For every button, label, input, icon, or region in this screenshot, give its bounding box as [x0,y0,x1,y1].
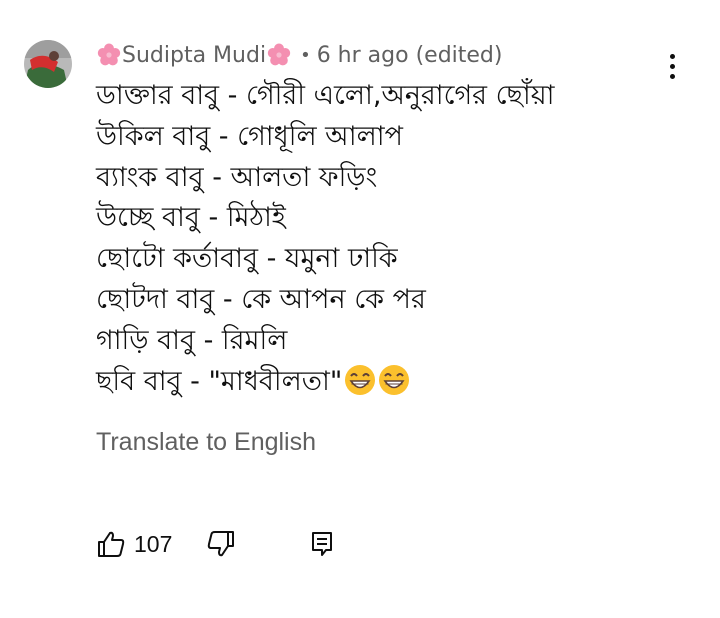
comment-line: উকিল বাবু - গোধূলি আলাপ [96,120,403,152]
dislike-button[interactable] [206,529,236,559]
reply-button[interactable] [308,529,336,559]
comment-line: ব্যাংক বাবু - আলতা ফড়িং [96,161,378,193]
translate-button[interactable]: Translate to English [96,428,316,457]
comment-body: ডাক্তার বাবু - গৌরী এলো,অনুরাগের ছোঁয়া … [96,76,554,402]
comment-line: ছোটো কর্তাবাবু - যমুনা ঢাকি [96,243,398,275]
comment-line-text: ছবি বাবু - "মাধবীলতা" [96,365,343,397]
timestamp[interactable]: 6 hr ago [317,43,409,68]
avatar[interactable] [24,40,72,88]
grinning-face-emoji [379,364,410,395]
more-options-button[interactable] [656,46,688,86]
author-name: Sudipta Mudi [122,42,267,68]
comment-line: গাড়ি বাবু - রিমলি [96,324,288,356]
grinning-face-emoji [345,364,376,395]
thumbs-down-icon [207,531,234,557]
comment-line: ছোটদা বাবু - কে আপন কে পর [96,283,426,315]
thumbs-up-icon [98,531,125,557]
reply-icon [312,532,332,556]
comment-line-last: ছবি বাবু - "মাধবীলতা" [96,362,554,403]
cherry-blossom-icon [267,43,291,66]
comment-thread: Sudipta Mudi • 6 hr ago (edited) ডাক্তার… [0,0,720,618]
comment-header: Sudipta Mudi • 6 hr ago (edited) [96,38,502,72]
comment-line: ডাক্তার বাবু - গৌরী এলো,অনুরাগের ছোঁয়া [96,80,555,111]
more-vert-icon-dot [669,73,675,79]
separator-dot: • [300,44,311,66]
author-link[interactable]: Sudipta Mudi [96,42,292,68]
cherry-blossom-icon [97,43,121,66]
more-vert-icon [669,53,675,59]
comment-line: উচ্ছে বাবু - মিঠাই [96,202,286,234]
edited-label: (edited) [415,42,503,68]
like-button[interactable]: 107 [96,529,206,559]
like-count: 107 [134,530,173,557]
comment-actions: 107 [96,524,336,564]
more-vert-icon-dot [669,63,675,69]
